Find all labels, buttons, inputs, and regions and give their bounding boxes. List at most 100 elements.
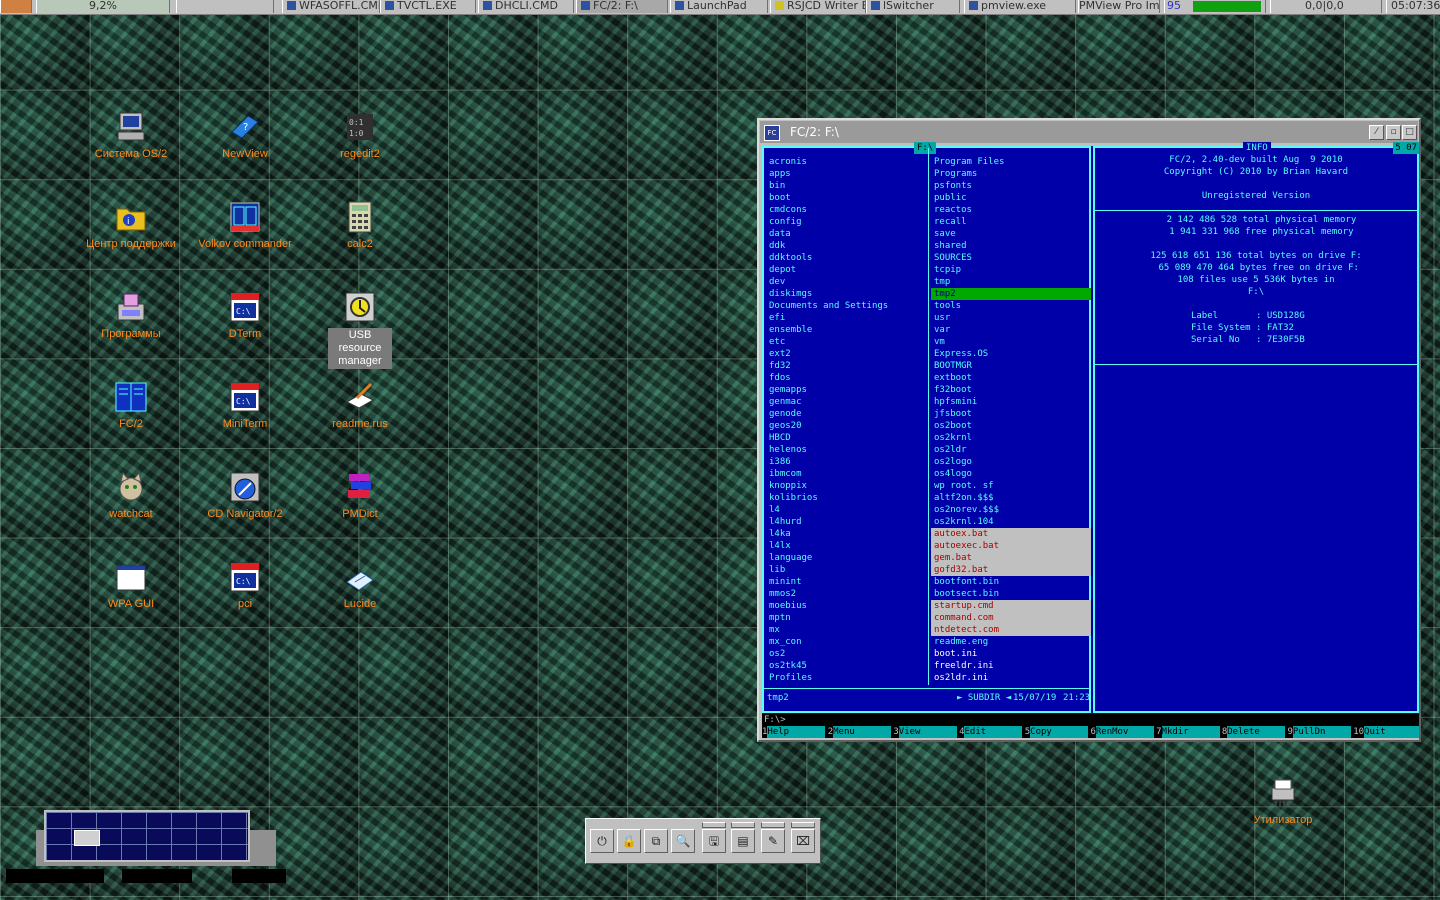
fkey-quit[interactable]: 10Quit xyxy=(1353,726,1419,738)
file-entry[interactable]: altf2on.$$$ xyxy=(931,492,1091,504)
file-entry[interactable]: i386 xyxy=(766,456,926,468)
file-entry[interactable]: os2ldr.ini xyxy=(931,672,1091,684)
file-entry[interactable]: ibmcom xyxy=(766,468,926,480)
desktop-icon-dterm[interactable]: C:\ DTerm xyxy=(195,290,295,341)
file-column-1[interactable]: acronis apps bin boot cmdcons config data ddk dd… xyxy=(766,156,926,684)
task-rsjcd[interactable]: RSJCD Writer Er xyxy=(770,0,866,13)
cpu-monitor[interactable]: 9,2% xyxy=(36,0,170,13)
file-entry[interactable]: cmdcons xyxy=(766,204,926,216)
file-entry[interactable]: genode xyxy=(766,408,926,420)
file-entry[interactable]: ddktools xyxy=(766,252,926,264)
desktop-icon-programs[interactable]: Программы xyxy=(81,290,181,341)
task-fc2[interactable]: FC/2: F:\ xyxy=(576,0,668,13)
file-entry[interactable]: etc xyxy=(766,336,926,348)
desktop-icon-pmdict[interactable]: PMDict xyxy=(310,470,410,521)
file-entry[interactable]: config xyxy=(766,216,926,228)
fkey-pulldn[interactable]: 9PullDn xyxy=(1287,726,1354,738)
desktop-icon-readme[interactable]: readme.rus xyxy=(310,380,410,431)
fc2-screen[interactable]: F:\ acronis apps bin boot cmdcons config data d… xyxy=(762,142,1419,738)
file-entry[interactable]: knoppix xyxy=(766,480,926,492)
desktop-icon-wpagui[interactable]: WPA GUI xyxy=(81,560,181,611)
virtual-desktop-pager[interactable] xyxy=(44,810,250,862)
minimized-window-bar[interactable] xyxy=(6,869,104,883)
file-entry[interactable]: ext2 xyxy=(766,348,926,360)
file-entry[interactable]: l4ka xyxy=(766,528,926,540)
task-wfasoffl[interactable]: WFASOFFL.CMD xyxy=(282,0,380,13)
desktop-icon-support[interactable]: i Центр поддержки xyxy=(81,200,181,251)
file-entry[interactable]: apps xyxy=(766,168,926,180)
file-column-2[interactable]: Program Files Programs psfonts public reacto… xyxy=(931,156,1091,684)
file-entry[interactable]: lib xyxy=(766,564,926,576)
file-entry[interactable]: shared xyxy=(931,240,1091,252)
launchpad-drawer-tab[interactable] xyxy=(731,822,755,828)
file-entry[interactable]: HBCD xyxy=(766,432,926,444)
task-launchpad[interactable]: LaunchPad xyxy=(670,0,768,13)
desktop-icon-fc2[interactable]: FC/2 xyxy=(81,380,181,431)
desktop-icon-miniterm[interactable]: C:\ MiniTerm xyxy=(195,380,295,431)
help-icon[interactable]: ✎ xyxy=(761,829,785,853)
rollup-button[interactable]: ⁄ xyxy=(1369,125,1384,140)
printer-icon[interactable]: ▤ xyxy=(731,829,755,853)
desktop-icon-watchcat[interactable]: watchcat xyxy=(81,470,181,521)
file-entry[interactable]: boot xyxy=(766,192,926,204)
file-entry[interactable]: bootsect.bin xyxy=(931,588,1091,600)
desktop-icon-system[interactable]: Система OS/2 xyxy=(81,110,181,161)
file-entry[interactable]: os2ldr xyxy=(931,444,1091,456)
file-entry[interactable]: public xyxy=(931,192,1091,204)
desktop-icon-usbres[interactable]: USB resource manager xyxy=(310,290,410,369)
desktop-icon-volkov[interactable]: Volkov commander xyxy=(195,200,295,251)
file-entry[interactable]: ntdetect.com xyxy=(931,624,1091,636)
file-entry[interactable]: vm xyxy=(931,336,1091,348)
file-entry[interactable]: kolibrios xyxy=(766,492,926,504)
file-entry[interactable]: gofd32.bat xyxy=(931,564,1091,576)
file-entry[interactable]: os2norev.$$$ xyxy=(931,504,1091,516)
file-entry[interactable]: acronis xyxy=(766,156,926,168)
tray-icons[interactable] xyxy=(176,0,274,13)
clock[interactable]: 05:07:36 xyxy=(1386,0,1440,13)
task-lswitcher[interactable]: lSwitcher xyxy=(866,0,960,13)
file-entry[interactable]: helenos xyxy=(766,444,926,456)
command-line[interactable]: F:\> xyxy=(762,714,1419,726)
fkey-copy[interactable]: 5Copy xyxy=(1024,726,1091,738)
file-entry[interactable]: reactos xyxy=(931,204,1091,216)
fkey-view[interactable]: 3View xyxy=(893,726,959,738)
file-entry[interactable]: language xyxy=(766,552,926,564)
file-entry[interactable]: diskimgs xyxy=(766,288,926,300)
desktop-icon-lucide[interactable]: Lucide xyxy=(310,560,410,611)
launchpad[interactable]: ⏻ 🔒 ⧉ 🔍 🖫 ▤ ✎ ⌧ xyxy=(585,818,821,864)
file-entry[interactable]: Documents and Settings xyxy=(766,300,926,312)
task-pmview[interactable]: pmview.exe xyxy=(964,0,1076,13)
file-entry[interactable]: fd32 xyxy=(766,360,926,372)
file-entry[interactable]: l4hurd xyxy=(766,516,926,528)
file-entry[interactable]: gem.bat xyxy=(931,552,1091,564)
pager-current-window[interactable] xyxy=(74,830,100,846)
file-entry[interactable]: Programs xyxy=(931,168,1091,180)
desktop-icon-pci[interactable]: C:\ pci xyxy=(195,560,295,611)
task-tvctl[interactable]: TVCTL.EXE xyxy=(380,0,476,13)
file-entry[interactable]: Profiles xyxy=(766,672,926,684)
file-entry[interactable]: ensemble xyxy=(766,324,926,336)
file-entry[interactable]: gemapps xyxy=(766,384,926,396)
desktop-icon-regedit2[interactable]: 0:1 1:0 regedit2 xyxy=(310,110,410,161)
file-entry[interactable]: startup.cmd xyxy=(931,600,1091,612)
file-entry[interactable]: bin xyxy=(766,180,926,192)
shredder-icon[interactable]: ⌧ xyxy=(791,829,815,853)
file-entry[interactable]: efi xyxy=(766,312,926,324)
window-list-icon[interactable]: ⧉ xyxy=(644,829,668,853)
file-entry[interactable]: os2boot xyxy=(931,420,1091,432)
file-entry[interactable]: os4logo xyxy=(931,468,1091,480)
lock-icon[interactable]: 🔒 xyxy=(617,829,641,853)
file-entry[interactable]: bootfont.bin xyxy=(931,576,1091,588)
launchpad-drawer-tab[interactable] xyxy=(761,822,785,828)
file-entry[interactable]: wp root. sf xyxy=(931,480,1091,492)
minimized-window-bar[interactable] xyxy=(232,869,286,883)
file-entry[interactable]: autoex.bat xyxy=(931,528,1091,540)
file-entry[interactable]: os2logo xyxy=(931,456,1091,468)
fc2-window[interactable]: FC FC/2: F:\ ⁄ ▫ □ F:\ acronis apps bin boo… xyxy=(757,118,1421,742)
desktop-icon-shredder[interactable]: Утилизатор xyxy=(1233,776,1333,827)
file-entry[interactable]: minint xyxy=(766,576,926,588)
warpcenter-logo-icon[interactable] xyxy=(0,0,32,13)
file-entry[interactable]: save xyxy=(931,228,1091,240)
maximize-button[interactable]: □ xyxy=(1402,125,1417,140)
file-entry[interactable]: freeldr.ini xyxy=(931,660,1091,672)
